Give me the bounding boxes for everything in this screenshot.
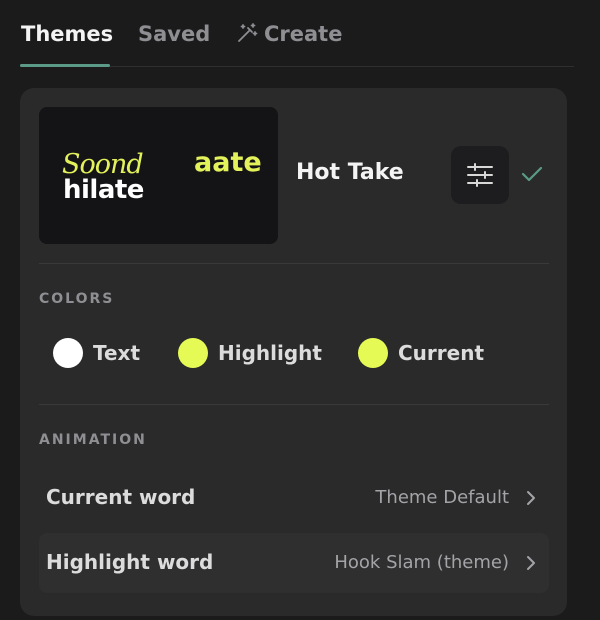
animation-row-highlight-word[interactable]: Highlight word Hook Slam (theme) (39, 533, 549, 593)
theme-card: Soond hilate aate Hot Take COLORS Text H… (20, 88, 567, 616)
animation-heading: ANIMATION (39, 432, 147, 448)
color-swatch-current (358, 338, 388, 368)
tab-bar: Themes Saved Create (0, 0, 600, 70)
magic-wand-icon (238, 23, 258, 42)
theme-name: Hot Take (296, 160, 404, 185)
selected-check-icon (521, 166, 543, 182)
theme-settings-button[interactable] (451, 146, 509, 204)
animation-row-value: Hook Slam (theme) (334, 552, 509, 573)
chevron-right-icon (527, 556, 535, 570)
tab-saved[interactable]: Saved (138, 22, 210, 46)
chevron-right-icon (527, 491, 535, 505)
tab-saved-label: Saved (138, 22, 211, 46)
sliders-icon (467, 163, 493, 187)
tab-create-label: Create (264, 22, 343, 46)
animation-row-label: Current word (46, 485, 196, 509)
colors-heading: COLORS (39, 291, 115, 307)
divider (39, 404, 549, 405)
color-swatch-highlight (178, 338, 208, 368)
tab-themes[interactable]: Themes (21, 22, 113, 46)
color-label-highlight: Highlight (218, 341, 322, 365)
preview-text-line2: hilate (63, 175, 144, 205)
animation-row-value: Theme Default (375, 487, 509, 508)
preview-accent-word: aate (194, 147, 262, 178)
animation-row-label: Highlight word (46, 550, 214, 574)
tab-create[interactable]: Create (236, 22, 342, 46)
color-label-current: Current (398, 341, 485, 365)
theme-preview[interactable]: Soond hilate aate (39, 107, 278, 244)
active-tab-indicator (20, 64, 110, 67)
animation-row-current-word[interactable]: Current word Theme Default (39, 468, 549, 528)
divider (39, 263, 549, 264)
tab-themes-label: Themes (21, 22, 114, 46)
color-swatch-text (53, 338, 83, 368)
color-label-text: Text (93, 341, 141, 365)
